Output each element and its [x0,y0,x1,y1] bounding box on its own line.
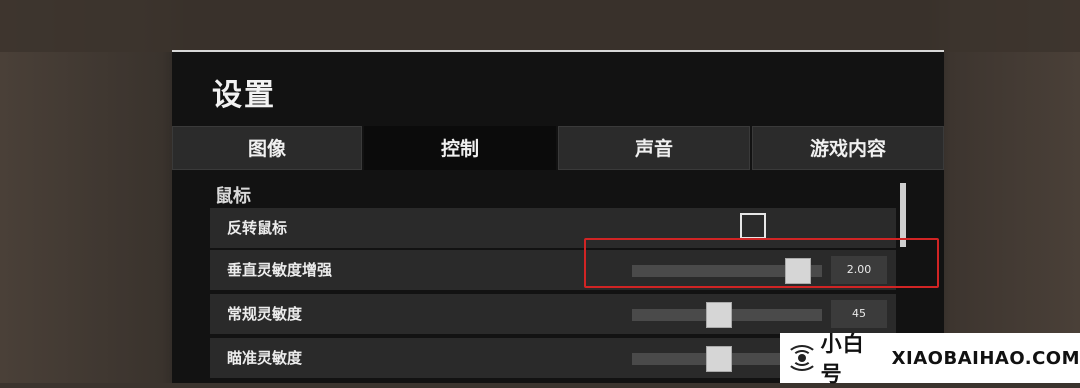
brand-name-en: XIAOBAIHAO.COM [891,347,1080,369]
general-sensitivity-value[interactable]: 45 [831,300,887,328]
setting-label: 瞄准灵敏度 [227,349,303,367]
setting-label: 垂直灵敏度增强 [227,261,333,279]
tab-bar: 图像 控制 声音 游戏内容 [172,126,944,170]
tab-graphics[interactable]: 图像 [172,126,362,170]
annotation-highlight-box [584,238,939,288]
slider-thumb[interactable] [706,302,732,328]
general-sensitivity-slider[interactable] [632,302,822,328]
setting-label: 常规灵敏度 [227,305,303,323]
watermark-brand: 小白号 XIAOBAIHAO.COM [780,332,1080,386]
tab-controls[interactable]: 控制 [364,126,556,170]
brand-name-cn: 小白号 [820,332,865,386]
background-top-strip [0,0,1080,52]
setting-row-general-sensitivity: 常规灵敏度 45 [210,294,896,334]
setting-label: 反转鼠标 [227,219,288,237]
page-title: 设置 [212,78,276,113]
section-title-mouse: 鼠标 [215,186,251,207]
broadcast-icon [786,345,818,371]
tab-audio[interactable]: 声音 [558,126,750,170]
tab-gameplay[interactable]: 游戏内容 [752,126,944,170]
slider-thumb[interactable] [706,346,732,372]
invert-mouse-checkbox[interactable] [740,213,766,239]
